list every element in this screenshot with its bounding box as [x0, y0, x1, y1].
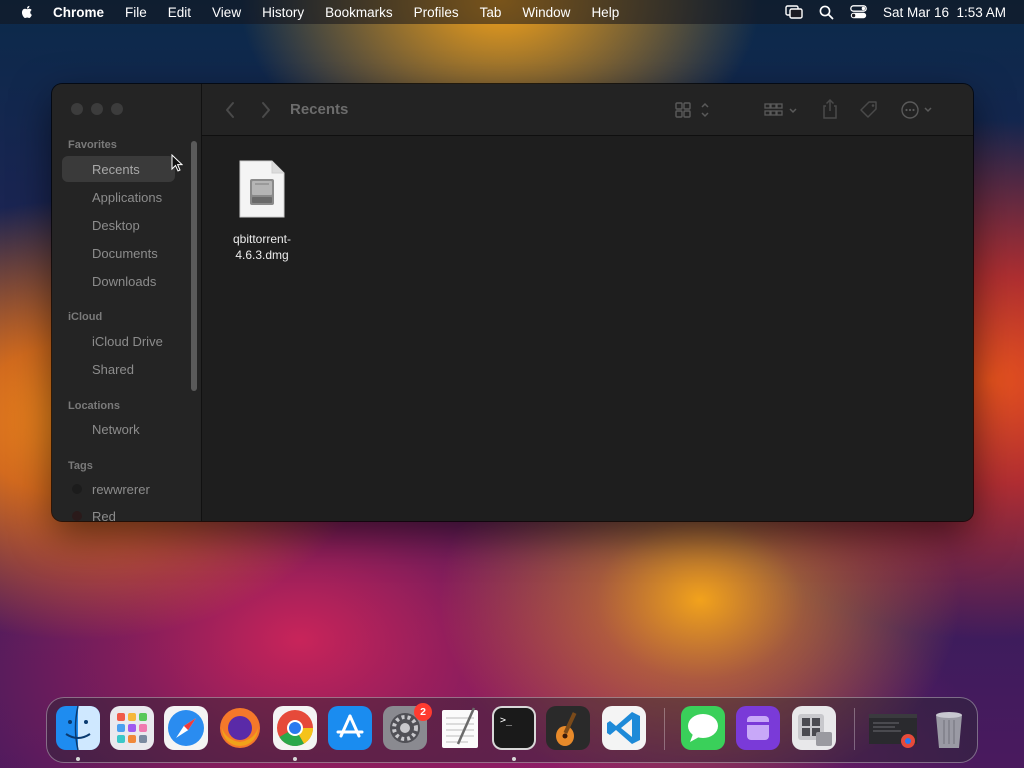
window-title: Recents: [290, 101, 349, 118]
status-area: Sat Mar 16 1:53 AM: [785, 0, 1006, 24]
sidebar-header-icloud: iCloud: [68, 311, 103, 323]
sidebar-item-recents[interactable]: Recents: [62, 156, 175, 182]
tag-color-icon: [72, 511, 82, 521]
running-indicator: [76, 757, 80, 761]
tag-color-icon: [72, 484, 82, 494]
tag-icon[interactable]: [858, 99, 880, 121]
sidebar-item-icloud-drive[interactable]: iCloud Drive: [62, 328, 175, 354]
file-browser-area[interactable]: qbittorrent-4.6.3.dmg: [202, 137, 973, 521]
control-center-icon[interactable]: [850, 5, 867, 19]
menu-profiles[interactable]: Profiles: [414, 5, 459, 20]
dock-setapp-icon[interactable]: [736, 706, 780, 750]
dock-firefox-icon[interactable]: [218, 706, 262, 750]
sidebar-header-tags: Tags: [68, 460, 93, 472]
dock-safari-icon[interactable]: [164, 706, 208, 750]
dock-separator: [854, 708, 855, 750]
sidebar-item-tag-rewwrerer[interactable]: rewwrerer: [62, 476, 175, 502]
spotlight-search-icon[interactable]: [819, 5, 834, 20]
forward-icon[interactable]: [260, 100, 272, 120]
sidebar-item-label: Recents: [92, 161, 140, 177]
sidebar-item-tag-red[interactable]: Red: [62, 503, 175, 521]
sidebar-item-applications[interactable]: Applications: [62, 184, 175, 210]
file-name: qbittorrent-4.6.3.dmg: [232, 232, 292, 262]
running-indicator: [293, 757, 297, 761]
menu-bar-clock[interactable]: Sat Mar 16 1:53 AM: [883, 5, 1006, 20]
menu-view[interactable]: View: [212, 5, 241, 20]
more-actions-icon[interactable]: [900, 100, 936, 120]
dock-trash-icon[interactable]: [927, 706, 971, 750]
sidebar-header-favorites: Favorites: [68, 139, 117, 151]
sidebar-scrollbar[interactable]: [191, 141, 197, 391]
sidebar-item-label: Shared: [92, 361, 134, 377]
dock-textedit-icon[interactable]: [438, 706, 482, 750]
dock-chrome-window-icon[interactable]: [869, 706, 917, 750]
screen-mirroring-icon[interactable]: [785, 5, 803, 19]
disk-image-icon: [239, 160, 285, 218]
running-indicator: [512, 757, 516, 761]
sidebar-item-label: rewwrerer: [92, 481, 150, 497]
minimize-window-button[interactable]: [91, 103, 103, 115]
window-controls: [71, 103, 123, 115]
sidebar-item-label: Network: [92, 421, 140, 437]
sidebar-item-desktop[interactable]: Desktop: [62, 212, 175, 238]
zoom-window-button[interactable]: [111, 103, 123, 115]
dock-garageband-icon[interactable]: [546, 706, 590, 750]
icon-view-grid-icon[interactable]: [674, 100, 712, 120]
notification-badge: 2: [414, 703, 432, 721]
sidebar-item-shared[interactable]: Shared: [62, 356, 175, 382]
finder-window: Favorites Recents Applications Desktop D…: [52, 84, 973, 521]
apple-menu-icon[interactable]: [19, 4, 35, 20]
menu-help[interactable]: Help: [591, 5, 619, 20]
back-icon[interactable]: [224, 100, 236, 120]
mouse-cursor-icon: [171, 154, 183, 172]
sidebar-item-network[interactable]: Network: [62, 416, 175, 442]
menu-app-name[interactable]: Chrome: [53, 5, 104, 20]
menu-bar: Chrome File Edit View History Bookmarks …: [0, 0, 1024, 24]
sidebar-item-label: iCloud Drive: [92, 333, 163, 349]
dock-app-store-icon[interactable]: [328, 706, 372, 750]
dock-terminal-icon[interactable]: >_: [492, 706, 536, 750]
sidebar-item-label: Desktop: [92, 217, 140, 233]
dock-finder-icon[interactable]: [56, 706, 100, 750]
share-icon[interactable]: [821, 98, 839, 120]
svg-text:>_: >_: [500, 715, 513, 726]
close-window-button[interactable]: [71, 103, 83, 115]
dock-vscode-icon[interactable]: [602, 706, 646, 750]
menu-window[interactable]: Window: [522, 5, 570, 20]
menu-edit[interactable]: Edit: [168, 5, 191, 20]
finder-sidebar: Favorites Recents Applications Desktop D…: [52, 84, 202, 521]
sidebar-item-documents[interactable]: Documents: [62, 240, 175, 266]
group-by-icon[interactable]: [763, 100, 801, 120]
menu-bookmarks[interactable]: Bookmarks: [325, 5, 393, 20]
sidebar-header-locations: Locations: [68, 400, 120, 412]
dock-chrome-icon[interactable]: [273, 706, 317, 750]
menu-file[interactable]: File: [125, 5, 147, 20]
sidebar-item-label: Applications: [92, 189, 163, 205]
dock-launchpad-icon[interactable]: [110, 706, 154, 750]
menu-tab[interactable]: Tab: [480, 5, 502, 20]
menu-history[interactable]: History: [262, 5, 304, 20]
sidebar-item-label: Red: [92, 508, 116, 522]
sidebar-item-label: Downloads: [92, 273, 157, 289]
dock-separator: [664, 708, 665, 750]
dock-messages-icon[interactable]: [681, 706, 725, 750]
sidebar-item-downloads[interactable]: Downloads: [62, 268, 175, 294]
sidebar-item-label: Documents: [92, 245, 158, 261]
dock-boot-camp-icon[interactable]: [792, 706, 836, 750]
file-item-qbittorrent[interactable]: qbittorrent-4.6.3.dmg: [210, 159, 314, 263]
finder-toolbar: Recents: [202, 84, 973, 136]
dock: >_: [46, 697, 978, 763]
